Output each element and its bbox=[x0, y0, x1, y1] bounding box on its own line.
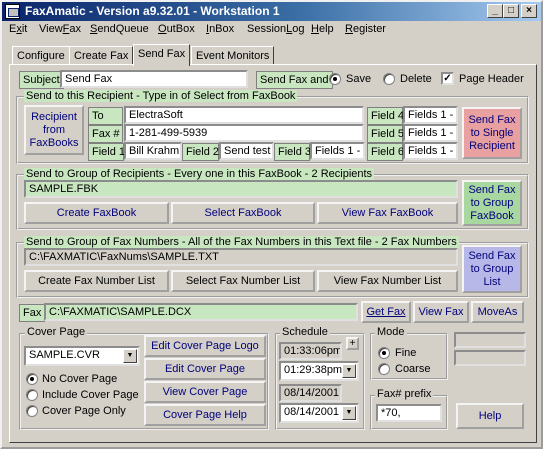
schedule-title: Schedule bbox=[280, 326, 330, 338]
to-label: To bbox=[88, 107, 123, 125]
coarse-mode-radio[interactable] bbox=[378, 363, 390, 375]
field6-input[interactable]: Fields 1 - bbox=[403, 142, 458, 160]
get-fax-button-label: Get Fax bbox=[366, 305, 406, 318]
fax-file-label: Fax bbox=[19, 304, 46, 322]
send-fax-and-label: Send Fax and bbox=[256, 71, 333, 89]
menu-exit[interactable]: Exit bbox=[9, 23, 27, 35]
fine-mode-label: Fine bbox=[395, 347, 417, 359]
send-single-recipient-button[interactable]: Send Fax to Single Recipient bbox=[462, 107, 522, 159]
fax-prefix-input[interactable]: *70, bbox=[376, 404, 442, 422]
field1-label: Field 1 bbox=[88, 143, 125, 161]
field2-label: Field 2 bbox=[182, 143, 219, 161]
coarse-mode-label: Coarse bbox=[395, 363, 431, 375]
field4-input[interactable]: Fields 1 - bbox=[403, 106, 458, 124]
help-button[interactable]: Help bbox=[456, 403, 524, 429]
fax-number-list-input[interactable]: C:\FAXMATIC\FaxNums\SAMPLE.TXT bbox=[24, 248, 458, 266]
view-cover-page-button[interactable]: View Cover Page bbox=[144, 381, 266, 403]
field5-input[interactable]: Fields 1 - bbox=[403, 124, 458, 142]
chevron-down-icon[interactable]: ▼ bbox=[123, 349, 137, 363]
maximize-button[interactable]: □ bbox=[503, 4, 519, 18]
menu-register[interactable]: Register bbox=[345, 23, 386, 35]
cover-page-selected: SAMPLE.CVR bbox=[29, 349, 100, 361]
include-cover-page-label: Include Cover Page bbox=[42, 389, 139, 401]
menu-inbox[interactable]: InBox bbox=[206, 23, 234, 35]
group-recipients-title: Send to Group of Recipients - Every one … bbox=[24, 168, 375, 180]
fax-app-icon bbox=[5, 4, 20, 19]
view-fax-number-list-button[interactable]: View Fax Number List bbox=[317, 270, 458, 292]
cover-page-title: Cover Page bbox=[25, 326, 88, 338]
tab-event-monitors[interactable]: Event Monitors bbox=[191, 46, 275, 65]
tab-create-fax[interactable]: Create Fax bbox=[69, 46, 134, 65]
menu-sendqueue[interactable]: SendQueue bbox=[90, 23, 149, 35]
subject-label: Subject bbox=[19, 71, 64, 89]
menu-outbox[interactable]: OutBox bbox=[158, 23, 195, 35]
schedule-date-input[interactable]: 08/14/2001 ▼ bbox=[279, 403, 359, 423]
field3-input[interactable]: Fields 1 - bbox=[310, 142, 365, 160]
to-input[interactable]: ElectraSoft bbox=[124, 106, 364, 124]
fax-number-input[interactable]: 1-281-499-5939 bbox=[124, 124, 364, 142]
status-box-top bbox=[454, 332, 526, 348]
field6-label: Field 6 bbox=[367, 143, 404, 161]
fax-file-input[interactable]: C:\FAXMATIC\SAMPLE.DCX bbox=[44, 303, 358, 321]
field4-label: Field 4 bbox=[367, 107, 404, 125]
save-radio-label: Save bbox=[346, 73, 372, 85]
select-faxbook-button[interactable]: Select FaxBook bbox=[171, 202, 315, 224]
group-numbers-title: Send to Group of Fax Numbers - All of th… bbox=[24, 236, 459, 248]
field5-label: Field 5 bbox=[367, 125, 404, 143]
menu-help[interactable]: Help bbox=[311, 23, 334, 35]
delete-radio[interactable] bbox=[383, 73, 395, 85]
edit-cover-page-button[interactable]: Edit Cover Page bbox=[144, 358, 266, 380]
faxbook-input[interactable]: SAMPLE.FBK bbox=[24, 180, 458, 198]
chevron-down-icon[interactable]: ▼ bbox=[342, 406, 356, 420]
page-header-checkbox[interactable]: ✓ bbox=[441, 72, 454, 85]
tab-send-fax[interactable]: Send Fax bbox=[133, 44, 191, 66]
subject-input[interactable]: Send Fax bbox=[60, 70, 248, 88]
send-group-list-button[interactable]: Send Fax to Group List bbox=[462, 245, 522, 293]
no-cover-page-radio[interactable] bbox=[26, 373, 38, 385]
tab-configure[interactable]: Configure bbox=[12, 46, 70, 65]
get-fax-button[interactable]: Get Fax bbox=[361, 301, 411, 323]
cover-page-select[interactable]: SAMPLE.CVR ▼ bbox=[24, 346, 140, 366]
menu-bar: Exit ViewFax SendQueue OutBox InBox Sess… bbox=[2, 21, 541, 39]
status-box-bottom bbox=[454, 350, 526, 366]
delete-radio-label: Delete bbox=[400, 73, 432, 85]
cover-page-only-radio[interactable] bbox=[26, 405, 38, 417]
include-cover-page-radio[interactable] bbox=[26, 389, 38, 401]
save-radio[interactable] bbox=[329, 73, 341, 85]
field2-input[interactable]: Send test bbox=[219, 142, 274, 160]
schedule-date-display: 08/14/2001 bbox=[279, 384, 342, 402]
no-cover-page-label: No Cover Page bbox=[42, 373, 118, 385]
cover-page-help-button[interactable]: Cover Page Help bbox=[144, 404, 266, 426]
schedule-date-value: 08/14/2001 bbox=[284, 406, 340, 418]
window-title: FaxAmatic - Version a9.32.01 - Workstati… bbox=[25, 4, 280, 18]
page-header-label: Page Header bbox=[459, 73, 524, 85]
field1-input[interactable]: Bill Krahm bbox=[124, 142, 182, 160]
view-faxbook-button[interactable]: View Fax FaxBook bbox=[317, 202, 458, 224]
select-fax-number-list-button[interactable]: Select Fax Number List bbox=[171, 270, 315, 292]
mode-title: Mode bbox=[375, 326, 407, 338]
recipient-from-faxbooks-button[interactable]: Recipient from FaxBooks bbox=[24, 105, 84, 155]
view-fax-button[interactable]: View Fax bbox=[413, 301, 469, 323]
create-fax-number-list-button[interactable]: Create Fax Number List bbox=[24, 270, 169, 292]
close-button[interactable]: × bbox=[521, 4, 537, 18]
fine-mode-radio[interactable] bbox=[378, 347, 390, 359]
chevron-down-icon[interactable]: ▼ bbox=[342, 364, 356, 378]
schedule-plus-button[interactable]: + bbox=[346, 337, 359, 350]
send-group-faxbook-button[interactable]: Send Fax to Group FaxBook bbox=[462, 180, 522, 226]
minimize-button[interactable]: _ bbox=[487, 4, 503, 18]
cover-page-only-label: Cover Page Only bbox=[42, 405, 126, 417]
recipient-group-title: Send to this Recipient - Type in of Sele… bbox=[24, 90, 298, 102]
schedule-time-value: 01:29:38pm bbox=[284, 364, 343, 376]
field3-label: Field 3 bbox=[274, 143, 311, 161]
menu-viewfax[interactable]: ViewFax bbox=[39, 23, 81, 35]
title-bar[interactable]: FaxAmatic - Version a9.32.01 - Workstati… bbox=[2, 2, 541, 21]
schedule-time-input[interactable]: 01:29:38pm ▼ bbox=[279, 361, 359, 381]
create-faxbook-button[interactable]: Create FaxBook bbox=[24, 202, 169, 224]
schedule-time-display: 01:33:06pm bbox=[279, 342, 342, 360]
fax-number-label: Fax # bbox=[88, 125, 123, 143]
fax-prefix-title: Fax# prefix bbox=[375, 388, 434, 400]
edit-cover-page-logo-button[interactable]: Edit Cover Page Logo bbox=[144, 335, 266, 357]
move-as-button[interactable]: MoveAs bbox=[471, 301, 524, 323]
menu-sessionlog[interactable]: SessionLog bbox=[247, 23, 305, 35]
